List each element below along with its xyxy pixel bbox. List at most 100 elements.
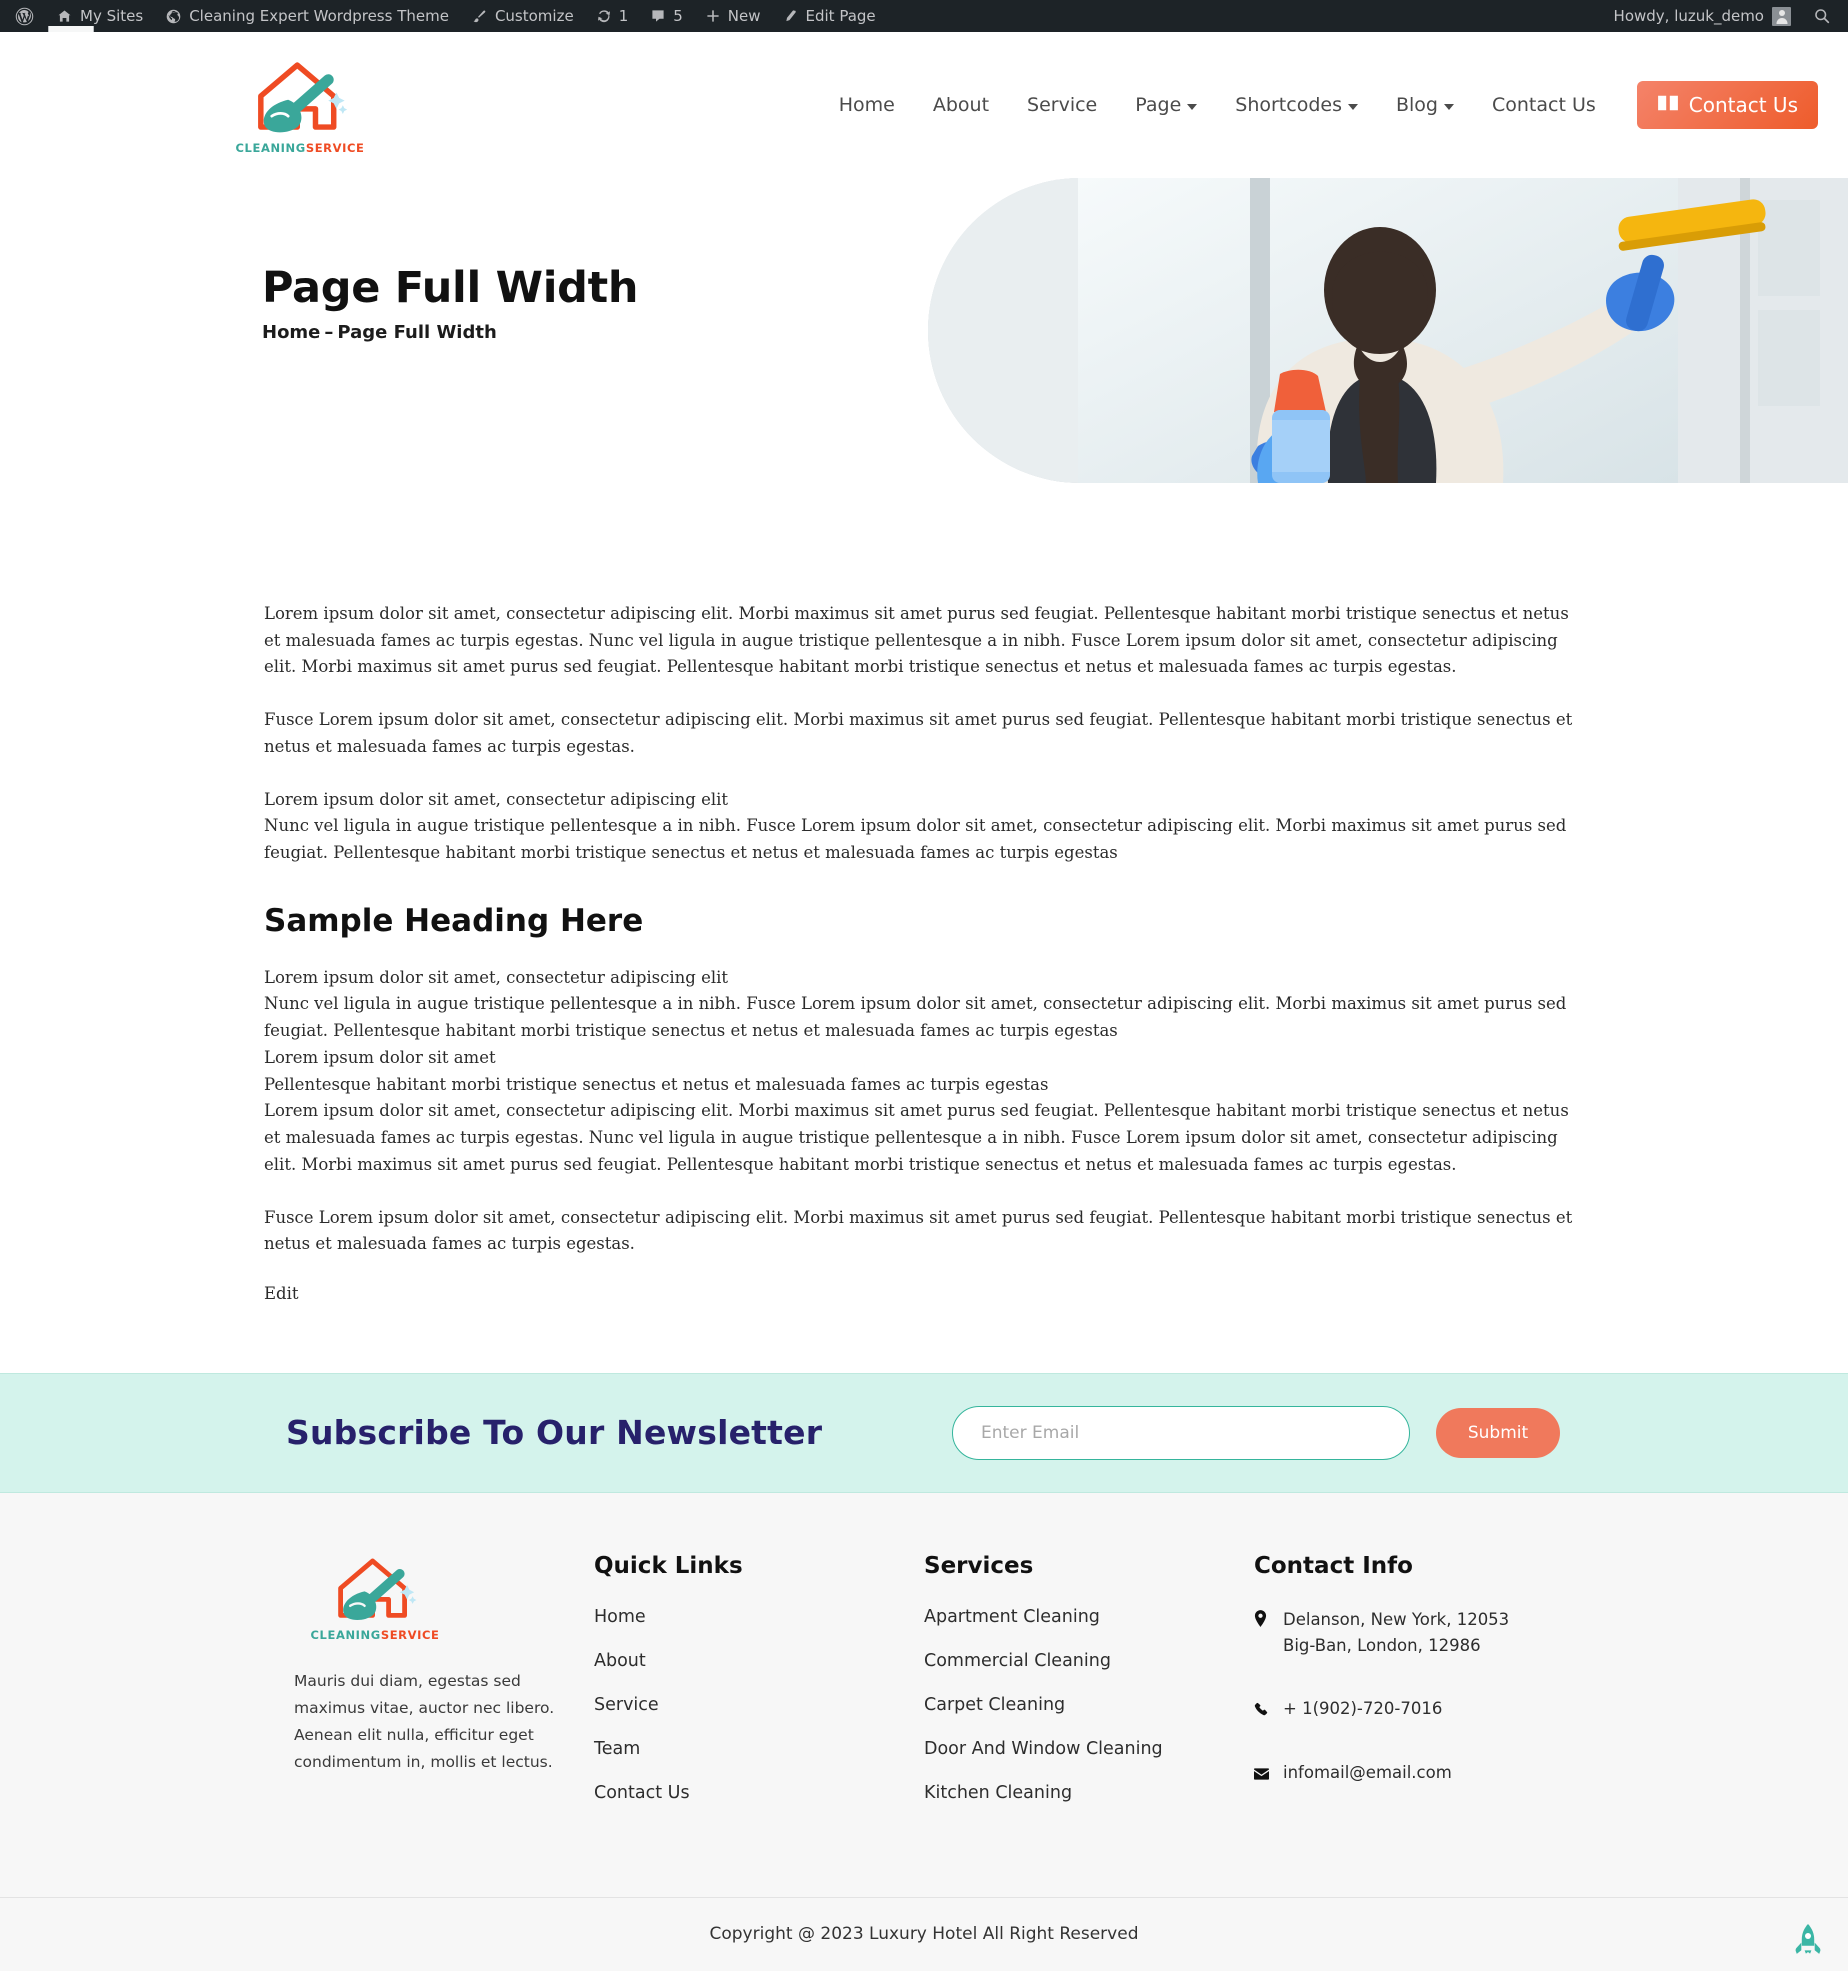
content-paragraph-2: Fusce Lorem ipsum dolor sit amet, consec… xyxy=(264,710,1573,756)
rocket-icon xyxy=(1795,1923,1821,1954)
sites-icon xyxy=(56,8,73,25)
adminbar-wordpress-logo[interactable] xyxy=(4,0,45,32)
plus-icon xyxy=(705,8,721,24)
content-paragraph-4-line5: Lorem ipsum dolor sit amet, consectetur … xyxy=(264,1101,1569,1174)
copyright-text: Copyright @ 2023 Luxury Hotel All Right … xyxy=(709,1924,1139,1945)
chevron-down-icon xyxy=(1347,103,1358,110)
nav-item-home-label: Home xyxy=(838,94,895,116)
nav-item-shortcodes[interactable]: Shortcodes xyxy=(1216,84,1377,126)
comments-icon xyxy=(650,8,666,24)
site-logo[interactable]: CLEANINGSERVICE xyxy=(225,56,375,155)
nav-item-about[interactable]: About xyxy=(914,84,1008,126)
chevron-down-icon xyxy=(1443,103,1454,110)
footer-phone[interactable]: + 1(902)-720-7016 xyxy=(1254,1696,1584,1724)
phone-icon xyxy=(1254,1696,1270,1724)
house-broom-logo-icon xyxy=(338,1558,417,1620)
footer-email[interactable]: infomail@email.com xyxy=(1254,1760,1584,1788)
footer-address-text: Delanson, New York, 12053 Big-Ban, Londo… xyxy=(1283,1607,1509,1660)
breadcrumb-current: Page Full Width xyxy=(337,322,497,343)
footer-address-line1: Delanson, New York, 12053 xyxy=(1283,1609,1510,1629)
main-navigation: Home About Service Page Shortcodes Blog … xyxy=(820,81,1818,129)
content-paragraph-3-line2: Nunc vel ligula in augue tristique pelle… xyxy=(264,816,1567,863)
footer-phone-text: + 1(902)-720-7016 xyxy=(1283,1698,1443,1718)
adminbar-updates[interactable]: 1 xyxy=(585,0,640,32)
adminbar-edit-page[interactable]: Edit Page xyxy=(772,0,887,32)
nav-item-contact-us[interactable]: Contact Us xyxy=(1473,84,1615,126)
nav-item-page[interactable]: Page xyxy=(1116,84,1216,126)
avatar xyxy=(1772,6,1791,26)
brush-icon xyxy=(471,8,488,25)
adminbar-new-label: New xyxy=(727,7,761,25)
footer-service-commercial-cleaning[interactable]: Commercial Cleaning xyxy=(924,1651,1254,1671)
content-paragraph-1: Lorem ipsum dolor sit amet, consectetur … xyxy=(264,604,1569,677)
nav-item-blog-label: Blog xyxy=(1395,94,1438,116)
adminbar-customize[interactable]: Customize xyxy=(460,0,585,32)
nav-item-shortcodes-label: Shortcodes xyxy=(1235,94,1342,116)
content-paragraph-4-line4: Pellentesque habitant morbi tristique se… xyxy=(264,1074,1049,1094)
nav-item-blog[interactable]: Blog xyxy=(1377,84,1473,126)
adminbar-new[interactable]: New xyxy=(694,0,772,32)
breadcrumb: Home – Page Full Width xyxy=(262,322,638,343)
adminbar-site-name[interactable]: Cleaning Expert Wordpress Theme xyxy=(154,0,460,32)
footer-link-contact-us[interactable]: Contact Us xyxy=(594,1783,924,1803)
site-header: CLEANINGSERVICE Home About Service Page … xyxy=(0,32,1848,178)
footer-email-text: infomail@email.com xyxy=(1283,1763,1452,1783)
footer-service-door-window-cleaning[interactable]: Door And Window Cleaning xyxy=(924,1739,1254,1759)
site-icon xyxy=(165,8,182,25)
nav-item-service-label: Service xyxy=(1027,94,1098,116)
hero-text-block: Page Full Width Home – Page Full Width xyxy=(262,263,639,343)
footer-link-team[interactable]: Team xyxy=(594,1739,924,1759)
search-icon xyxy=(1813,7,1831,25)
footer-address: Delanson, New York, 12053 Big-Ban, Londo… xyxy=(1254,1607,1584,1660)
updates-icon xyxy=(596,8,612,24)
book-icon xyxy=(1657,93,1679,117)
adminbar-search-button[interactable] xyxy=(1802,0,1842,32)
nav-item-contact-us-label: Contact Us xyxy=(1491,94,1596,116)
nav-item-about-label: About xyxy=(932,94,990,116)
footer-service-kitchen-cleaning[interactable]: Kitchen Cleaning xyxy=(924,1783,1254,1803)
newsletter-title: Subscribe To Our Newsletter xyxy=(286,1413,823,1453)
footer-logo[interactable]: CLEANINGSERVICE xyxy=(311,1553,440,1642)
submit-button[interactable]: Submit xyxy=(1436,1407,1560,1458)
edit-post-link[interactable]: Edit xyxy=(264,1284,299,1303)
footer-logo-text: CLEANINGSERVICE xyxy=(311,1628,440,1642)
footer-services-title: Services xyxy=(924,1552,1034,1579)
section-heading: Sample Heading Here xyxy=(264,902,644,939)
footer-link-about[interactable]: About xyxy=(594,1651,924,1671)
footer-service-carpet-cleaning[interactable]: Carpet Cleaning xyxy=(924,1695,1254,1715)
house-broom-logo-icon xyxy=(258,61,348,132)
page-title: Page Full Width xyxy=(262,263,639,313)
chevron-down-icon xyxy=(1187,103,1198,110)
footer-contact-column: Contact Info Delanson, New York, 12053 B… xyxy=(1254,1553,1584,1827)
contact-us-button[interactable]: Contact Us xyxy=(1636,81,1818,129)
nav-item-service[interactable]: Service xyxy=(1008,84,1116,126)
newsletter-form: Submit xyxy=(952,1405,1584,1460)
scroll-to-top-button[interactable] xyxy=(1794,1923,1822,1963)
adminbar-updates-count: 1 xyxy=(618,7,629,25)
nav-item-page-label: Page xyxy=(1135,94,1182,116)
contact-us-button-label: Contact Us xyxy=(1688,93,1798,117)
footer-link-service[interactable]: Service xyxy=(594,1695,924,1715)
location-pin-icon xyxy=(1254,1607,1270,1660)
content-paragraph-4-line1: Lorem ipsum dolor sit amet, consectetur … xyxy=(264,967,729,987)
email-input[interactable] xyxy=(952,1405,1410,1460)
site-logo-word2: SERVICE xyxy=(305,140,365,155)
adminbar-customize-label: Customize xyxy=(494,7,574,25)
breadcrumb-home[interactable]: Home xyxy=(262,322,320,343)
site-logo-word1: CLEANING xyxy=(235,140,306,155)
adminbar-howdy-label: Howdy, luzuk_demo xyxy=(1613,7,1764,25)
footer-bottom-bar: Copyright @ 2023 Luxury Hotel All Right … xyxy=(0,1896,1848,1971)
hero-photo-illustration xyxy=(928,178,1848,483)
wordpress-icon xyxy=(15,7,34,26)
adminbar-my-account[interactable]: Howdy, luzuk_demo xyxy=(1603,0,1802,32)
footer-link-home[interactable]: Home xyxy=(594,1607,924,1627)
adminbar-comments[interactable]: 5 xyxy=(639,0,694,32)
footer-logo-word2: SERVICE xyxy=(380,1627,440,1642)
breadcrumb-separator: – xyxy=(324,322,334,343)
footer-service-apartment-cleaning[interactable]: Apartment Cleaning xyxy=(924,1607,1254,1627)
nav-item-home[interactable]: Home xyxy=(820,84,914,126)
site-footer: CLEANINGSERVICE Mauris dui diam, egestas… xyxy=(0,1492,1848,1971)
page-content: Lorem ipsum dolor sit amet, consectetur … xyxy=(264,508,1584,1373)
page-hero: Page Full Width Home – Page Full Width xyxy=(0,178,1848,508)
footer-brand-column: CLEANINGSERVICE Mauris dui diam, egestas… xyxy=(264,1553,594,1827)
